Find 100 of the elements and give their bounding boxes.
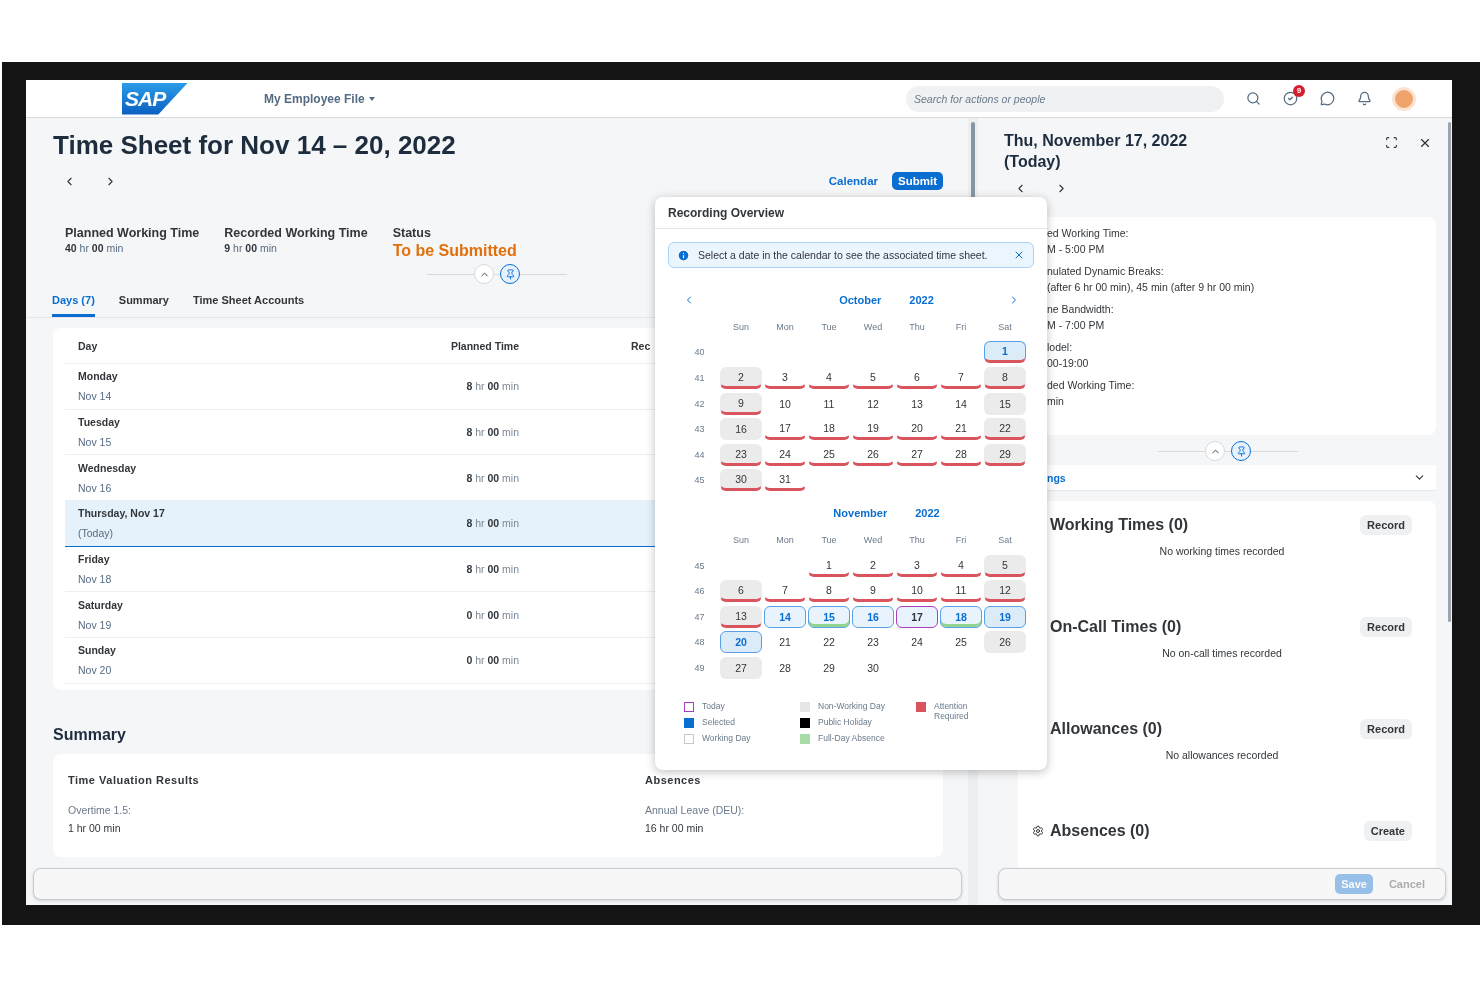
- calendar-day[interactable]: 15: [808, 605, 850, 628]
- month-button[interactable]: November: [833, 507, 888, 520]
- app-menu[interactable]: My Employee File: [264, 91, 375, 106]
- calendar-day[interactable]: 1: [984, 341, 1026, 364]
- calendar-day[interactable]: 6: [720, 580, 762, 603]
- legend-label: Public Holiday: [818, 716, 872, 727]
- week-number: 42: [693, 398, 706, 409]
- page-title: Time Sheet for Nov 14 – 20, 2022: [53, 130, 457, 160]
- calendar-day[interactable]: 23: [720, 443, 762, 466]
- pin-button[interactable]: [500, 264, 520, 284]
- pin-icon: [504, 268, 516, 280]
- bell-icon[interactable]: [1357, 91, 1372, 106]
- planned-time: 8 hr 00 min: [465, 380, 519, 393]
- calendar-day[interactable]: 29: [984, 443, 1026, 466]
- weekday-label: Wed: [862, 321, 884, 332]
- group-title: Absences: [645, 773, 702, 786]
- week-number: 45: [693, 475, 706, 486]
- notification-badge: 9: [1293, 85, 1305, 97]
- calendar-day[interactable]: 12: [984, 580, 1026, 603]
- week-number: 43: [693, 424, 706, 435]
- record-button[interactable]: Create: [1363, 821, 1412, 841]
- calendar-day[interactable]: 15: [984, 392, 1026, 415]
- planned-time: 0 hr 00 min: [465, 608, 519, 621]
- calendar-day[interactable]: 30: [720, 469, 762, 492]
- section-title: Allowances (0): [1050, 720, 1163, 738]
- month-button[interactable]: October: [839, 294, 882, 306]
- kpi-value: 40 hr 00 min: [65, 242, 125, 254]
- info-label: lodel:: [1047, 341, 1074, 353]
- field-label: Overtime 1.5:: [68, 803, 133, 816]
- pin-button[interactable]: [1231, 441, 1251, 461]
- day-name: Sunday: [78, 644, 117, 657]
- calendar-day[interactable]: 2: [720, 367, 762, 389]
- planned-time: 8 hr 00 min: [465, 426, 519, 439]
- calendar-day[interactable]: 19: [984, 605, 1026, 628]
- year-button[interactable]: 2022: [915, 507, 940, 520]
- calendar-day[interactable]: 27: [720, 656, 762, 679]
- tab[interactable]: Time Sheet Accounts: [192, 294, 305, 317]
- weekday-label: Thu: [908, 321, 926, 332]
- calendar-day[interactable]: 18: [940, 605, 982, 628]
- section-title: Working Times (0): [1050, 516, 1189, 534]
- kpi-label: Recorded Working Time: [224, 226, 368, 240]
- day-date: Nov 18: [78, 573, 113, 586]
- field-value: 1 hr 00 min: [68, 821, 122, 834]
- field-value: 16 hr 00 min: [645, 821, 705, 834]
- kpi-label: Status: [392, 226, 432, 240]
- calendar-day[interactable]: 14: [764, 605, 806, 628]
- chat-icon[interactable]: [1320, 91, 1335, 106]
- record-button[interactable]: Record: [1360, 719, 1412, 739]
- calendar-day[interactable]: 20: [720, 631, 762, 654]
- day-name: Saturday: [78, 598, 124, 611]
- planned-time: 8 hr 00 min: [465, 517, 519, 530]
- status-value: To be Submitted: [392, 242, 517, 260]
- calendar-day[interactable]: 17: [896, 605, 938, 628]
- year-button[interactable]: 2022: [909, 294, 934, 306]
- column-header: Planned Time: [449, 339, 519, 352]
- weekday-label: Thu: [908, 534, 926, 545]
- week-number: 48: [693, 637, 706, 648]
- weekday-label: Sun: [732, 321, 750, 332]
- search-field[interactable]: Search for actions or people: [906, 85, 1224, 112]
- calendar-day[interactable]: 9: [720, 392, 762, 415]
- scrollbar[interactable]: [1448, 122, 1451, 622]
- close-icon[interactable]: [1418, 136, 1432, 150]
- tab[interactable]: Summary: [118, 294, 169, 317]
- popover-title: Recording Overview: [668, 205, 785, 220]
- record-button[interactable]: Record: [1360, 515, 1412, 535]
- expand-icon[interactable]: [1385, 136, 1398, 149]
- pin-icon: [1235, 445, 1247, 457]
- search-icon[interactable]: [1246, 91, 1261, 106]
- tab[interactable]: Days (7): [52, 294, 95, 317]
- day-name: Thursday, Nov 17: [78, 507, 166, 520]
- weekday-label: Wed: [862, 534, 884, 545]
- field-label: Annual Leave (DEU):: [645, 803, 746, 816]
- calendar-day[interactable]: 16: [852, 605, 894, 628]
- calendar-day[interactable]: 26: [984, 631, 1026, 654]
- legend-label: Working Day: [702, 732, 751, 743]
- calendar-day[interactable]: 13: [720, 605, 762, 628]
- week-number: 49: [693, 662, 706, 673]
- section-link[interactable]: ngs: [1047, 471, 1066, 484]
- check-circle-icon[interactable]: [1283, 91, 1298, 106]
- day-date: Nov 19: [78, 618, 113, 631]
- record-button[interactable]: Record: [1360, 617, 1412, 637]
- company-logo[interactable]: SAP: [122, 82, 188, 115]
- section-title: Absences (0): [1050, 822, 1150, 840]
- caret-icon: [368, 96, 375, 101]
- week-number: 47: [693, 611, 706, 622]
- weekday-label: Tue: [820, 321, 838, 332]
- calendar-day[interactable]: 22: [984, 418, 1026, 441]
- calendar-day[interactable]: 16: [720, 418, 762, 441]
- kpi-value: 9 hr 00 min: [224, 242, 278, 254]
- calendar-link[interactable]: Calendar: [824, 173, 882, 189]
- calendar-day[interactable]: 8: [984, 367, 1026, 389]
- calendar-day[interactable]: 5: [984, 554, 1026, 577]
- info-label: ne Bandwidth:: [1047, 303, 1115, 315]
- empty-text: No allowances recorded: [1165, 749, 1279, 761]
- weekday-label: Mon: [775, 321, 795, 332]
- submit-button[interactable]: Submit: [892, 172, 943, 190]
- legend-label: Non-Working Day: [818, 700, 885, 711]
- day-name: Tuesday: [78, 416, 121, 429]
- day-date: Nov 16: [78, 481, 113, 494]
- day-date: Nov 14: [78, 390, 113, 403]
